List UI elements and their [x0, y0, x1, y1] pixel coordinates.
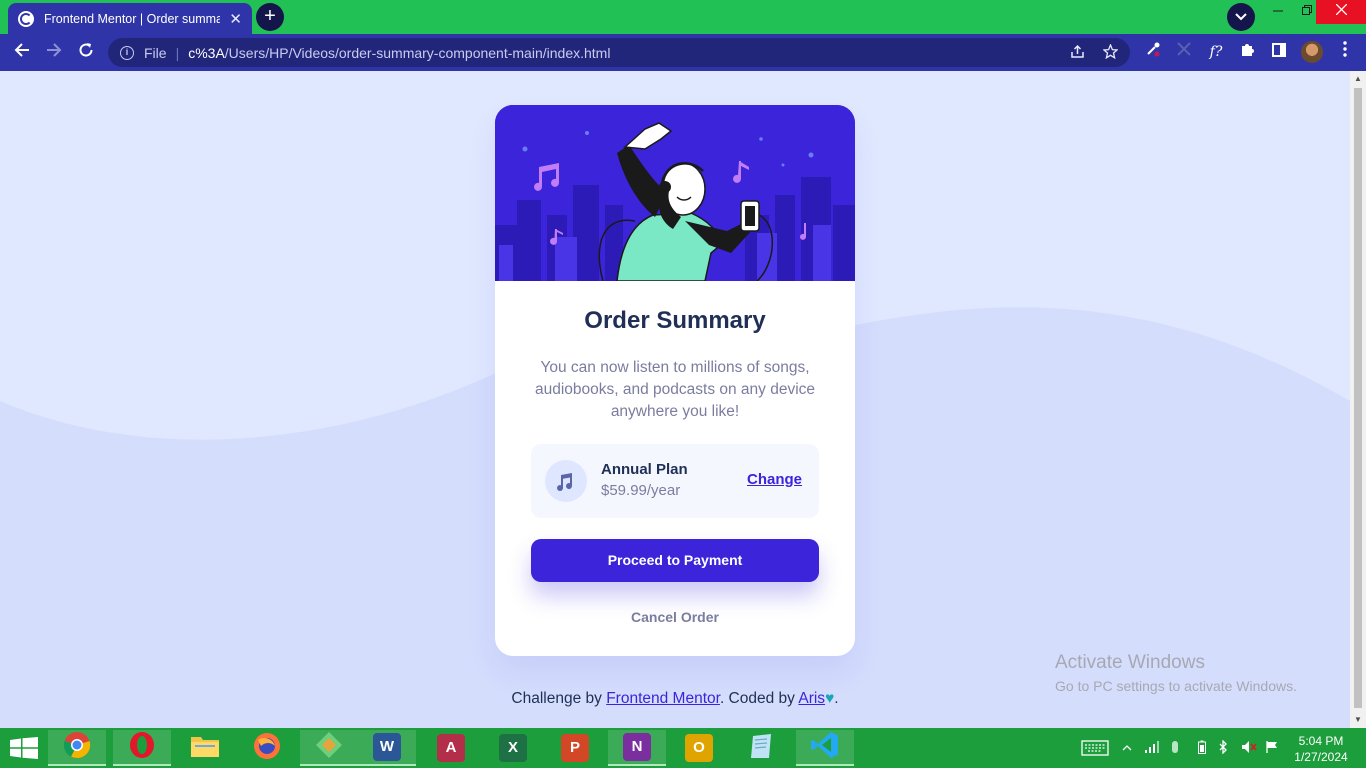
folder-icon — [190, 733, 220, 764]
card-title: Order Summary — [584, 307, 766, 334]
forward-icon[interactable] — [40, 38, 68, 66]
order-summary-card: Order Summary You can now listen to mill… — [495, 105, 855, 656]
profile-avatar[interactable] — [1301, 41, 1323, 63]
tab-close-icon[interactable]: ✕ — [229, 10, 242, 28]
access-icon: A — [437, 734, 465, 762]
reload-icon[interactable] — [72, 38, 100, 66]
taskbar-word[interactable]: W — [358, 730, 416, 766]
card-description: You can now listen to millions of songs,… — [534, 359, 816, 420]
cancel-order-button[interactable]: Cancel Order — [495, 609, 855, 625]
taskbar-access[interactable]: A — [422, 730, 480, 766]
share-icon[interactable] — [1070, 44, 1085, 63]
clock-time: 5:04 PM — [1298, 734, 1344, 748]
network-signal-icon[interactable] — [1143, 740, 1161, 756]
tray-app-icon[interactable] — [1168, 740, 1182, 756]
hero-illustration — [495, 105, 855, 281]
back-icon[interactable] — [8, 38, 36, 66]
browser-toolbar: i File | c%3A /Users/HP/Videos/order-sum… — [0, 34, 1366, 71]
scroll-up-arrow-icon[interactable]: ▲ — [1350, 71, 1366, 87]
activate-windows-title: Activate Windows — [1055, 652, 1205, 673]
proceed-to-payment-button[interactable]: Proceed to Payment — [531, 539, 819, 582]
music-note-icon — [545, 460, 587, 502]
taskbar-onenote[interactable]: N — [608, 730, 666, 766]
powerpoint-icon: P — [561, 734, 589, 762]
address-bar[interactable]: i File | c%3A /Users/HP/Videos/order-sum… — [108, 38, 1130, 67]
tools-extension-icon[interactable] — [1173, 41, 1195, 63]
notes-icon — [747, 732, 775, 765]
bookmark-star-icon[interactable] — [1102, 43, 1119, 63]
change-plan-link[interactable]: Change — [747, 471, 802, 488]
frontend-mentor-link[interactable]: Frontend Mentor — [606, 690, 720, 707]
taskbar-outlook[interactable]: O — [670, 730, 728, 766]
plan-box: Annual Plan $59.99/year Change — [531, 444, 819, 518]
taskbar-chrome[interactable] — [48, 730, 106, 766]
eyedropper-extension-icon[interactable] — [1142, 41, 1164, 63]
browser-menu-icon[interactable] — [1334, 41, 1356, 63]
attribution-prefix: Challenge by — [511, 690, 607, 707]
opera-icon — [128, 731, 156, 764]
page-viewport: Order Summary You can now listen to mill… — [0, 71, 1350, 728]
plan-name: Annual Plan — [601, 461, 688, 478]
scroll-down-arrow-icon[interactable]: ▼ — [1350, 712, 1366, 728]
windows-taskbar: W A X P N O 5:04 PM 1/27/2024 — [0, 728, 1366, 768]
windows-start-icon[interactable] — [10, 737, 38, 759]
url-host: c%3A — [188, 44, 225, 61]
scroll-thumb[interactable] — [1354, 88, 1362, 708]
outlook-icon: O — [685, 734, 713, 762]
attribution-mid: . Coded by — [719, 690, 799, 707]
activate-windows-watermark: Activate Windows Go to PC settings to ac… — [1055, 652, 1297, 694]
browser-tab[interactable]: Frontend Mentor | Order summary ✕ — [8, 3, 252, 34]
extensions-puzzle-icon[interactable] — [1237, 41, 1259, 63]
taskbar-opera[interactable] — [113, 730, 171, 766]
taskbar-mapping-app[interactable] — [300, 730, 358, 766]
tab-favicon-icon — [18, 10, 34, 27]
url-path: /Users/HP/Videos/order-summary-component… — [224, 44, 611, 61]
bluetooth-icon[interactable] — [1216, 739, 1230, 756]
show-hidden-icons-chevron-icon[interactable] — [1120, 740, 1134, 756]
plan-price: $59.99/year — [601, 482, 681, 499]
side-panel-icon[interactable] — [1268, 41, 1290, 63]
browser-tab-bar: Frontend Mentor | Order summary ✕ + — [0, 0, 1366, 34]
word-icon: W — [373, 733, 401, 761]
heart-icon: ♥ — [825, 690, 835, 707]
touch-keyboard-icon[interactable] — [1080, 740, 1110, 756]
activate-windows-subtitle: Go to PC settings to activate Windows. — [1055, 678, 1297, 694]
font-finder-extension-icon[interactable]: f? — [1205, 41, 1227, 63]
taskbar-firefox[interactable] — [238, 730, 296, 766]
battery-icon[interactable] — [1195, 740, 1209, 756]
tab-search-chevron-icon[interactable] — [1227, 3, 1255, 31]
taskbar-file-explorer[interactable] — [176, 730, 234, 766]
action-center-flag-icon[interactable] — [1264, 740, 1280, 756]
vscode-icon — [811, 731, 839, 764]
attribution-suffix: . — [834, 690, 839, 707]
map-app-icon — [315, 731, 343, 764]
taskbar-clock[interactable]: 5:04 PM 1/27/2024 — [1286, 733, 1356, 765]
new-tab-button[interactable]: + — [256, 3, 284, 31]
clock-date: 1/27/2024 — [1294, 750, 1348, 764]
taskbar-powerpoint[interactable]: P — [546, 730, 604, 766]
volume-muted-icon[interactable] — [1240, 740, 1258, 756]
chrome-icon — [63, 731, 91, 764]
taskbar-vscode[interactable] — [796, 730, 854, 766]
window-close-button[interactable] — [1316, 0, 1366, 24]
url-scheme: File — [144, 44, 167, 61]
taskbar-notes[interactable] — [732, 730, 790, 766]
site-info-icon[interactable]: i — [120, 45, 134, 60]
author-link[interactable]: Aris — [798, 690, 825, 707]
taskbar-excel[interactable]: X — [484, 730, 542, 766]
onenote-icon: N — [623, 733, 651, 761]
tab-title: Frontend Mentor | Order summary — [44, 11, 220, 26]
url-separator: | — [175, 44, 180, 61]
firefox-icon — [253, 732, 281, 765]
excel-icon: X — [499, 734, 527, 762]
page-scrollbar[interactable]: ▲ ▼ — [1350, 71, 1366, 728]
